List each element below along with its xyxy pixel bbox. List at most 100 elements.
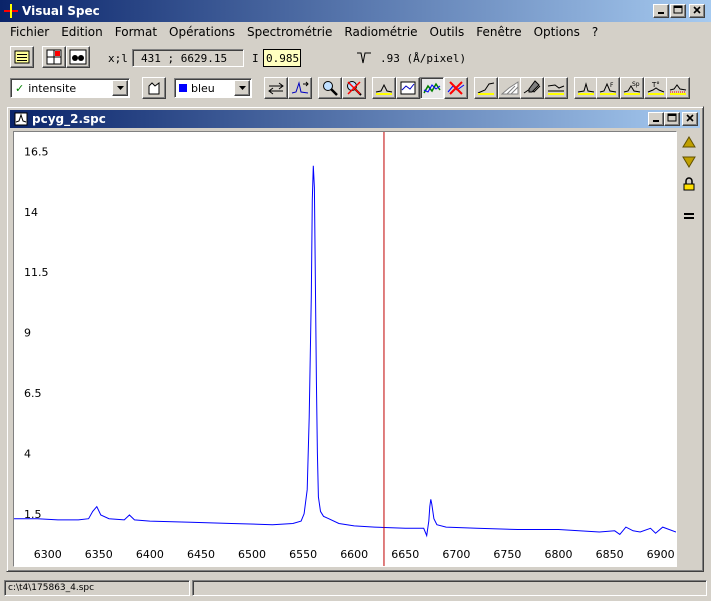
tool-f-button[interactable]: F	[596, 77, 620, 99]
y-tick-label: 9	[24, 327, 31, 340]
dispersion-text: .93 (Å/pixel)	[380, 52, 467, 65]
x-tick-label: 6800	[545, 548, 573, 561]
zoom-button[interactable]	[318, 77, 342, 99]
menu-radiometrie[interactable]: Radiométrie	[338, 22, 423, 42]
peak-button[interactable]	[288, 77, 312, 99]
pen-curve-icon	[523, 80, 541, 94]
status-file-path: c:\t4\175863_4.spc	[4, 580, 190, 596]
tool-sp-button[interactable]: Sp	[620, 77, 644, 99]
display-button[interactable]	[42, 46, 66, 68]
intensity-readout: 0.985	[263, 49, 301, 67]
child-maximize-button[interactable]	[664, 112, 680, 126]
spectrum-plot[interactable]: 1.546.5911.51416.56300 6350 6400 6450 6500 65…	[14, 132, 676, 566]
equal-icon[interactable]	[682, 209, 696, 223]
svg-text:T°: T°	[651, 81, 660, 89]
menu-options[interactable]: Options	[528, 22, 586, 42]
minimize-icon	[658, 12, 664, 14]
maximize-icon	[667, 113, 677, 122]
calibration-icon	[400, 81, 416, 95]
profile-tool-button[interactable]	[372, 77, 396, 99]
color-dropdown-button[interactable]	[234, 80, 250, 96]
profile-select[interactable]: ✓ intensite	[10, 78, 130, 98]
svg-text:F: F	[610, 82, 614, 89]
menu-operations[interactable]: Opérations	[163, 22, 241, 42]
child-close-button[interactable]	[682, 112, 698, 126]
unzoom-button[interactable]	[342, 77, 366, 99]
close-button[interactable]	[689, 4, 705, 18]
spectrum-series-line	[14, 165, 676, 538]
calibrate-button[interactable]	[396, 77, 420, 99]
intensity-label: I	[252, 52, 259, 65]
scroll-down-icon[interactable]	[682, 155, 696, 169]
multi-profile-button[interactable]	[420, 77, 444, 99]
lock-icon[interactable]	[682, 177, 696, 191]
hatched-area-icon	[501, 81, 519, 95]
color-swatch-icon	[179, 84, 187, 92]
menu-help[interactable]: ?	[586, 22, 604, 42]
tool-t-button[interactable]: T°	[644, 77, 668, 99]
app-icon	[4, 4, 18, 18]
open-button[interactable]	[10, 46, 34, 68]
open-file-icon	[14, 50, 30, 64]
baseline-icon	[547, 84, 565, 95]
baseline-button[interactable]	[544, 77, 568, 99]
binoculars-button[interactable]	[66, 46, 90, 68]
menu-fichier[interactable]: Fichier	[4, 22, 55, 42]
plot-area[interactable]: 1.5 4 6.5 9 11.5 14 16.5 6300 6350 6400 6450 6500 65…	[13, 131, 677, 567]
x-tick-label: 6350	[85, 548, 113, 561]
minimize-button[interactable]	[653, 4, 669, 18]
continuum-button[interactable]	[474, 77, 498, 99]
x-tick-label: 6450	[187, 548, 215, 561]
filter-button[interactable]	[520, 77, 544, 99]
magnifier-icon	[323, 81, 338, 96]
spectrum-sp-icon: Sp	[623, 81, 641, 95]
x-tick-label: 6900	[647, 548, 675, 561]
spectrum-window: pcyg_2.spc 1.5 4 6.5 9 11.5 14 16.5 6300 6350 640…	[6, 106, 704, 572]
spectrum-window-title: pcyg_2.spc	[32, 112, 106, 126]
maximize-button[interactable]	[670, 4, 686, 18]
color-select[interactable]: bleu	[174, 78, 252, 98]
child-minimize-button[interactable]	[648, 112, 664, 126]
menu-spectrometrie[interactable]: Spectrométrie	[241, 22, 338, 42]
maximize-icon	[673, 5, 683, 14]
profile-select-value: intensite	[28, 81, 77, 95]
x-tick-label: 6750	[493, 548, 521, 561]
toolbar-top: x;l 431 ; 6629.15 I 0.985 .93 (Å/pixel)	[0, 42, 711, 74]
multi-curve-icon	[423, 82, 441, 94]
profile-dropdown-button[interactable]	[112, 80, 128, 96]
continuum-icon	[477, 82, 495, 95]
tool-1-button[interactable]	[574, 77, 598, 99]
close-icon	[693, 6, 701, 14]
x-tick-label: 6850	[596, 548, 624, 561]
tool-last-button[interactable]	[666, 77, 690, 99]
menu-edition[interactable]: Edition	[55, 22, 109, 42]
y-tick-label: 6.5	[24, 387, 42, 400]
scroll-up-icon[interactable]	[682, 135, 696, 149]
spectrum-1-icon	[577, 82, 595, 95]
x-tick-label: 6300	[34, 548, 62, 561]
menu-fenetre[interactable]: Fenêtre	[470, 22, 527, 42]
hand-icon	[148, 82, 160, 95]
spectrum-grid-icon	[669, 84, 687, 95]
y-tick-label: 11.5	[24, 266, 49, 279]
menu-bar: Fichier Edition Format Opérations Spectr…	[0, 22, 711, 42]
y-tick-label: 4	[24, 447, 31, 460]
coord-readout: 431 ; 6629.15	[132, 49, 244, 67]
dispersion-icon	[357, 52, 371, 64]
spectrum-line-icon	[375, 83, 393, 95]
x-tick-label: 6400	[136, 548, 164, 561]
x-tick-label: 6650	[391, 548, 419, 561]
spectrum-window-title-bar: pcyg_2.spc	[10, 110, 700, 128]
status-bar: c:\t4\175863_4.spc	[0, 576, 711, 601]
app-title-bar: Visual Spec	[0, 0, 711, 22]
x-tick-label: 6500	[238, 548, 266, 561]
delete-profile-button[interactable]	[444, 77, 468, 99]
magnifier-cancel-icon	[347, 81, 362, 96]
spectrum-t-icon: T°	[647, 81, 665, 95]
smooth-button[interactable]	[142, 77, 166, 99]
normalize-button[interactable]	[498, 77, 522, 99]
menu-format[interactable]: Format	[109, 22, 163, 42]
y-tick-label: 14	[24, 206, 38, 219]
menu-outils[interactable]: Outils	[424, 22, 471, 42]
shift-button[interactable]	[264, 77, 288, 99]
